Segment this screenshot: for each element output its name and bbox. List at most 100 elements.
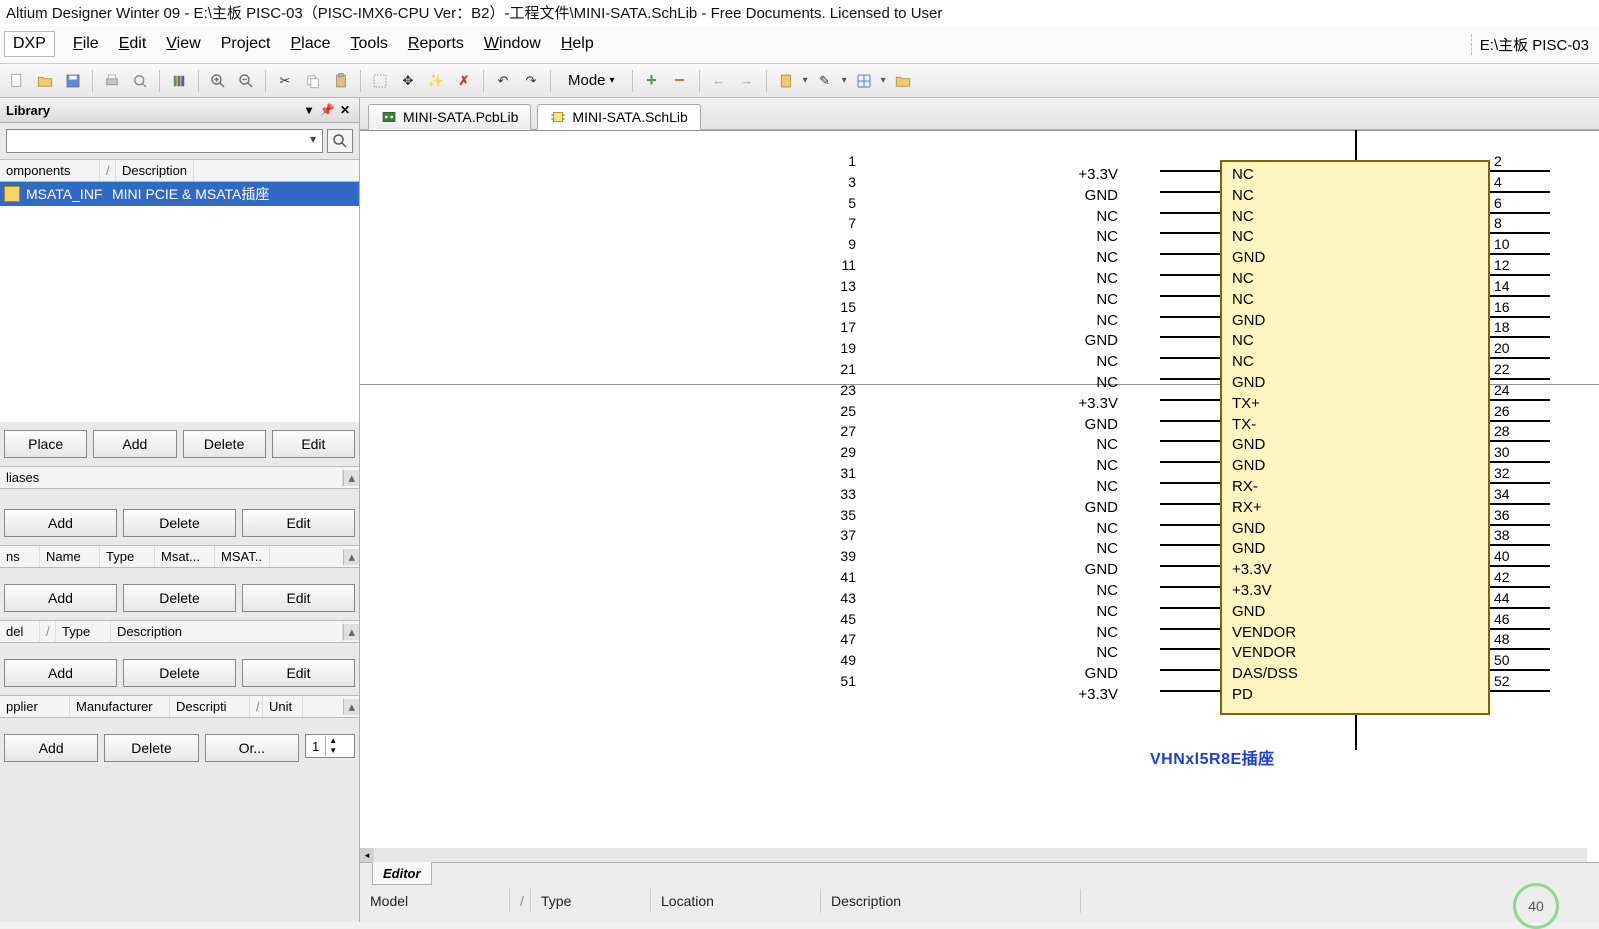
add-button[interactable]: Add <box>4 584 117 612</box>
pin-name: NC <box>1096 603 1118 620</box>
delete-red-icon[interactable]: ✗ <box>453 70 475 92</box>
pin-lead <box>1160 544 1220 546</box>
pin-lead <box>1160 503 1220 505</box>
tab-pcblib[interactable]: MINI-SATA.PcbLib <box>368 104 531 130</box>
horizontal-scrollbar[interactable]: ◂ <box>360 848 1587 862</box>
plus-icon[interactable]: + <box>641 70 663 92</box>
dxp-menu[interactable]: DXP <box>4 31 55 57</box>
nav-next-icon[interactable]: → <box>736 70 758 92</box>
component-dd-icon[interactable]: ▾ <box>803 75 808 86</box>
wand-icon[interactable]: ✨ <box>425 70 447 92</box>
zoom-out-icon[interactable] <box>235 70 257 92</box>
menu-project[interactable]: Project <box>211 32 281 56</box>
spin-down-icon[interactable]: ▼ <box>326 746 340 756</box>
pin-name: NC <box>1096 478 1118 495</box>
preview-icon[interactable] <box>129 70 151 92</box>
menu-view[interactable]: View <box>156 32 210 56</box>
edit-button[interactable]: Edit <box>272 430 355 458</box>
undo-icon[interactable]: ↶ <box>492 70 514 92</box>
panel-pin-icon[interactable]: 📌 <box>319 102 335 118</box>
nav-prev-icon[interactable]: ← <box>708 70 730 92</box>
aliases-header: liases <box>0 467 343 488</box>
copy-icon[interactable] <box>302 70 324 92</box>
component-list[interactable]: MSATA_INF MINI PCIE & MSATA插座 <box>0 182 359 422</box>
minus-icon[interactable]: − <box>669 70 691 92</box>
pin-lead <box>1490 482 1550 484</box>
tab-schlib[interactable]: MINI-SATA.SchLib <box>537 104 700 130</box>
schematic-canvas[interactable]: 1NC3NC5NC7NC9GND11NC13NC15GND17NC19NC21G… <box>360 130 1599 862</box>
redo-icon[interactable]: ↷ <box>520 70 542 92</box>
pin-number: 34 <box>1494 486 1510 502</box>
pencil-dd-icon[interactable]: ▾ <box>842 75 847 86</box>
print-icon[interactable] <box>101 70 123 92</box>
menu-tools[interactable]: Tools <box>341 32 398 56</box>
find-button[interactable] <box>327 129 353 153</box>
panel-close-icon[interactable]: ✕ <box>337 102 353 118</box>
pencil-icon[interactable]: ✎ <box>814 70 836 92</box>
add-button[interactable]: Add <box>4 734 98 762</box>
add-button[interactable]: Add <box>93 430 176 458</box>
add-button[interactable]: Add <box>4 659 117 687</box>
list-item[interactable]: MSATA_INF MINI PCIE & MSATA插座 <box>0 182 359 206</box>
folder-icon[interactable] <box>892 70 914 92</box>
component-icon[interactable] <box>775 70 797 92</box>
menu-place[interactable]: Place <box>281 32 341 56</box>
pin-number: 32 <box>1494 465 1510 481</box>
pin-lead <box>1160 420 1220 422</box>
cut-icon[interactable]: ✂ <box>274 70 296 92</box>
pin-name: GND <box>1232 520 1265 537</box>
delete-button[interactable]: Delete <box>123 584 236 612</box>
menu-file[interactable]: File <box>63 32 109 56</box>
gauge-indicator: 40 <box>1513 883 1559 929</box>
mode-dropdown[interactable]: Mode ▾ <box>559 69 624 92</box>
panel-dropdown-icon[interactable]: ▾ <box>301 102 317 118</box>
pin-number: 11 <box>841 257 856 273</box>
zoom-in-icon[interactable] <box>207 70 229 92</box>
pin-name: NC <box>1096 436 1118 453</box>
pin-number: 19 <box>840 340 856 356</box>
delete-button[interactable]: Delete <box>183 430 266 458</box>
delete-button[interactable]: Delete <box>104 734 198 762</box>
editor-tab[interactable]: Editor <box>372 862 432 885</box>
menu-reports[interactable]: Reports <box>398 32 474 56</box>
menu-window[interactable]: Window <box>474 32 551 56</box>
pin-lead <box>1490 461 1550 463</box>
pin-number: 20 <box>1494 340 1510 356</box>
paste-icon[interactable] <box>330 70 352 92</box>
menu-help[interactable]: Help <box>551 32 604 56</box>
pin-lead <box>1160 648 1220 650</box>
scroll-up-icon[interactable]: ▴ <box>343 549 359 565</box>
pin-name: NC <box>1096 644 1118 661</box>
scroll-up-icon[interactable]: ▴ <box>343 470 359 486</box>
grid-icon[interactable] <box>853 70 875 92</box>
spin-up-icon[interactable]: ▲ <box>326 736 340 746</box>
move-icon[interactable]: ✥ <box>397 70 419 92</box>
books-icon[interactable] <box>168 70 190 92</box>
menu-edit[interactable]: Edit <box>109 32 157 56</box>
scroll-up-icon[interactable]: ▴ <box>343 624 359 640</box>
pin-name: GND <box>1085 499 1118 516</box>
delete-button[interactable]: Delete <box>123 659 236 687</box>
pin-number: 3 <box>848 174 856 190</box>
component-item-icon <box>4 186 20 202</box>
edit-button[interactable]: Edit <box>242 509 355 537</box>
delete-button[interactable]: Delete <box>123 509 236 537</box>
edit-button[interactable]: Edit <box>242 584 355 612</box>
pin-lead <box>1490 274 1550 276</box>
order-button[interactable]: Or... <box>205 734 299 762</box>
save-icon[interactable] <box>62 70 84 92</box>
pin-name: NC <box>1096 353 1118 370</box>
edit-button[interactable]: Edit <box>242 659 355 687</box>
scroll-left-icon[interactable]: ◂ <box>360 848 374 862</box>
select-icon[interactable] <box>369 70 391 92</box>
grid-dd-icon[interactable]: ▾ <box>881 75 886 86</box>
new-icon[interactable] <box>6 70 28 92</box>
quantity-spinner[interactable]: 1 ▲▼ <box>305 734 355 758</box>
pin-name: NC <box>1232 270 1254 287</box>
scroll-up-icon[interactable]: ▴ <box>343 699 359 715</box>
filter-dropdown[interactable] <box>6 129 323 153</box>
place-button[interactable]: Place <box>4 430 87 458</box>
add-button[interactable]: Add <box>4 509 117 537</box>
open-icon[interactable] <box>34 70 56 92</box>
pin-lead <box>1160 170 1220 172</box>
